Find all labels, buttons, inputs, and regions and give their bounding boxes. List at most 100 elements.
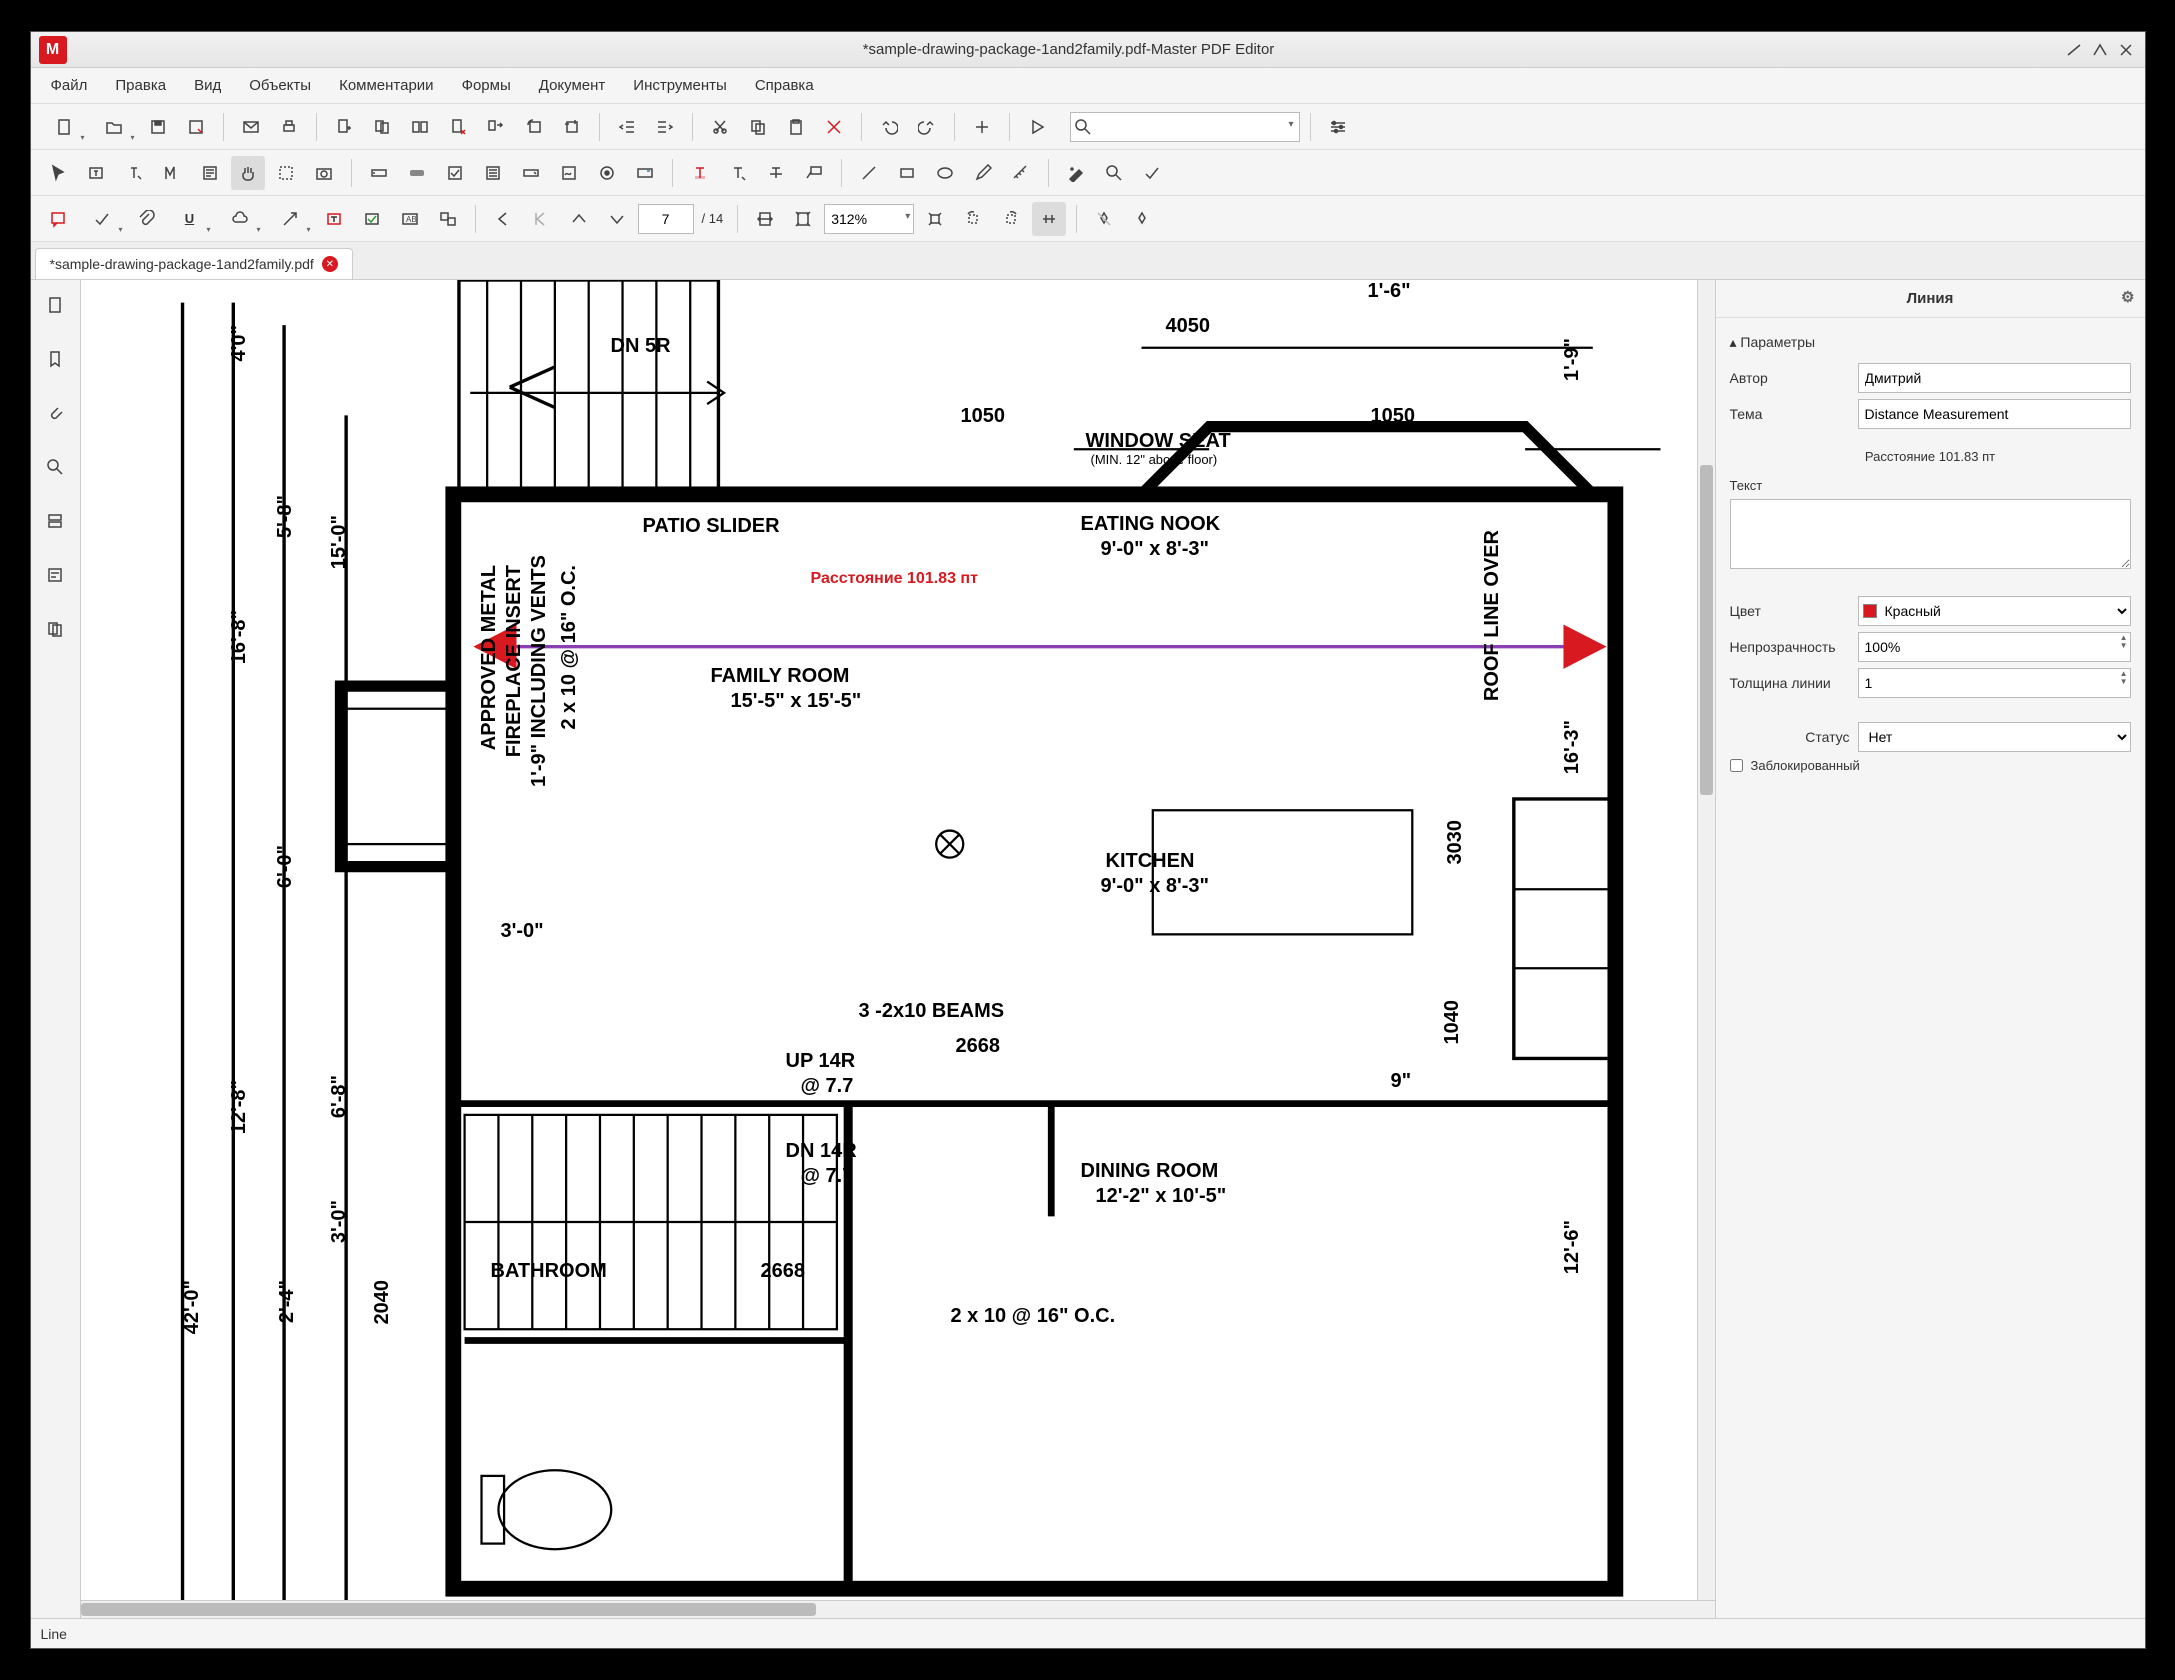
delete-button[interactable] bbox=[817, 110, 851, 144]
new-doc-button[interactable]: ▾ bbox=[41, 110, 87, 144]
document-canvas[interactable]: DN 5R 4050 1050 1050 WINDOW SEAT (MIN. 1… bbox=[81, 280, 1697, 1600]
maximize-button[interactable] bbox=[2089, 39, 2111, 61]
print-button[interactable] bbox=[272, 110, 306, 144]
initials-tool[interactable]: AB bbox=[393, 202, 427, 236]
menu-edit[interactable]: Правка bbox=[101, 71, 180, 100]
actual-size-button[interactable] bbox=[918, 202, 952, 236]
replace-page-button[interactable] bbox=[403, 110, 437, 144]
highlight-tool[interactable] bbox=[683, 156, 717, 190]
combobox-tool[interactable] bbox=[514, 156, 548, 190]
email-button[interactable] bbox=[234, 110, 268, 144]
vertical-scrollbar[interactable] bbox=[1697, 280, 1715, 1600]
save-button[interactable] bbox=[141, 110, 175, 144]
copy-button[interactable] bbox=[741, 110, 775, 144]
document-tab[interactable]: *sample-drawing-package-1and2family.pdf … bbox=[35, 248, 353, 279]
rotate-left-button[interactable] bbox=[956, 202, 990, 236]
save-as-button[interactable] bbox=[179, 110, 213, 144]
layers-icon[interactable] bbox=[40, 506, 70, 536]
insert-text-tool[interactable] bbox=[721, 156, 755, 190]
note-tool[interactable] bbox=[41, 202, 75, 236]
signature-tool[interactable] bbox=[552, 156, 586, 190]
zoom-tool[interactable] bbox=[1097, 156, 1131, 190]
strikeout-tool[interactable] bbox=[759, 156, 793, 190]
ellipse-tool[interactable] bbox=[928, 156, 962, 190]
move-page-button[interactable] bbox=[479, 110, 513, 144]
rotate-page-button[interactable] bbox=[517, 110, 551, 144]
thumbnails-icon[interactable] bbox=[40, 290, 70, 320]
redo-button[interactable] bbox=[910, 110, 944, 144]
undo-button[interactable] bbox=[872, 110, 906, 144]
button-tool[interactable] bbox=[400, 156, 434, 190]
delete-page-button[interactable] bbox=[441, 110, 475, 144]
search-input[interactable] bbox=[1070, 112, 1300, 142]
menu-forms[interactable]: Формы bbox=[448, 71, 525, 100]
pencil-tool[interactable] bbox=[966, 156, 1000, 190]
menu-view[interactable]: Вид bbox=[180, 71, 235, 100]
menu-document[interactable]: Документ bbox=[525, 71, 620, 100]
tab-close-icon[interactable]: ✕ bbox=[322, 256, 338, 272]
menu-comments[interactable]: Комментарии bbox=[325, 71, 447, 100]
fit-width-button[interactable] bbox=[748, 202, 782, 236]
checkbox-tool[interactable] bbox=[438, 156, 472, 190]
menu-tools[interactable]: Инструменты bbox=[619, 71, 741, 100]
subject-input[interactable] bbox=[1858, 399, 2131, 429]
text-input[interactable] bbox=[1730, 499, 2131, 569]
paste-button[interactable] bbox=[779, 110, 813, 144]
open-button[interactable]: ▾ bbox=[91, 110, 137, 144]
arrow-tool[interactable]: ▾ bbox=[267, 202, 313, 236]
rect-tool[interactable] bbox=[890, 156, 924, 190]
measurement-label[interactable]: Расстояние 101.83 пт bbox=[811, 570, 978, 588]
prev-page-button[interactable] bbox=[524, 202, 558, 236]
textbox-tool[interactable] bbox=[317, 202, 351, 236]
cloud-tool[interactable]: ▾ bbox=[217, 202, 263, 236]
author-input[interactable] bbox=[1858, 363, 2131, 393]
snap-h-button[interactable] bbox=[1032, 202, 1066, 236]
status-select[interactable]: Нет bbox=[1858, 722, 2131, 752]
grid-button[interactable] bbox=[965, 110, 999, 144]
measure-tool[interactable] bbox=[1004, 156, 1038, 190]
pointer-tool[interactable] bbox=[41, 156, 75, 190]
opacity-input[interactable] bbox=[1858, 632, 2131, 662]
check-tool[interactable] bbox=[1135, 156, 1169, 190]
minimize-button[interactable] bbox=[2063, 39, 2085, 61]
horizontal-scrollbar[interactable] bbox=[81, 1600, 1715, 1618]
redact-tool[interactable] bbox=[1059, 156, 1093, 190]
textfield-tool[interactable] bbox=[362, 156, 396, 190]
hand-tool[interactable] bbox=[231, 156, 265, 190]
callout-tool[interactable] bbox=[797, 156, 831, 190]
edit-text-tool[interactable] bbox=[117, 156, 151, 190]
listbox-tool[interactable] bbox=[476, 156, 510, 190]
image-stamp-tool[interactable] bbox=[431, 202, 465, 236]
first-page-button[interactable] bbox=[486, 202, 520, 236]
form-tool[interactable] bbox=[193, 156, 227, 190]
settings-icon[interactable] bbox=[1321, 110, 1355, 144]
menu-help[interactable]: Справка bbox=[741, 71, 828, 100]
color-select[interactable]: Красный bbox=[1858, 596, 2131, 626]
params-header[interactable]: ▴ Параметры bbox=[1730, 328, 2131, 357]
outdent-button[interactable] bbox=[610, 110, 644, 144]
page-down-button[interactable] bbox=[600, 202, 634, 236]
snap-off-button[interactable] bbox=[1087, 202, 1121, 236]
insert-page-button[interactable] bbox=[327, 110, 361, 144]
page-input[interactable] bbox=[638, 204, 694, 234]
menu-file[interactable]: Файл bbox=[37, 71, 102, 100]
rotate-right-button[interactable] bbox=[994, 202, 1028, 236]
checkmark-tool[interactable]: ▾ bbox=[79, 202, 125, 236]
underline-tool[interactable]: U▾ bbox=[167, 202, 213, 236]
fields-icon[interactable] bbox=[40, 560, 70, 590]
cut-button[interactable] bbox=[703, 110, 737, 144]
stamp-tool[interactable] bbox=[355, 202, 389, 236]
select-area-tool[interactable] bbox=[269, 156, 303, 190]
close-button[interactable] bbox=[2115, 39, 2137, 61]
snap-on-button[interactable] bbox=[1125, 202, 1159, 236]
text-select-tool[interactable] bbox=[79, 156, 113, 190]
locked-checkbox[interactable] bbox=[1730, 759, 1743, 772]
attach-tool[interactable] bbox=[129, 202, 163, 236]
indent-button[interactable] bbox=[648, 110, 682, 144]
radio-tool[interactable] bbox=[590, 156, 624, 190]
search-panel-icon[interactable] bbox=[40, 452, 70, 482]
link-tool[interactable] bbox=[628, 156, 662, 190]
page-up-button[interactable] bbox=[562, 202, 596, 236]
linewidth-input[interactable] bbox=[1858, 668, 2131, 698]
extract-page-button[interactable] bbox=[365, 110, 399, 144]
